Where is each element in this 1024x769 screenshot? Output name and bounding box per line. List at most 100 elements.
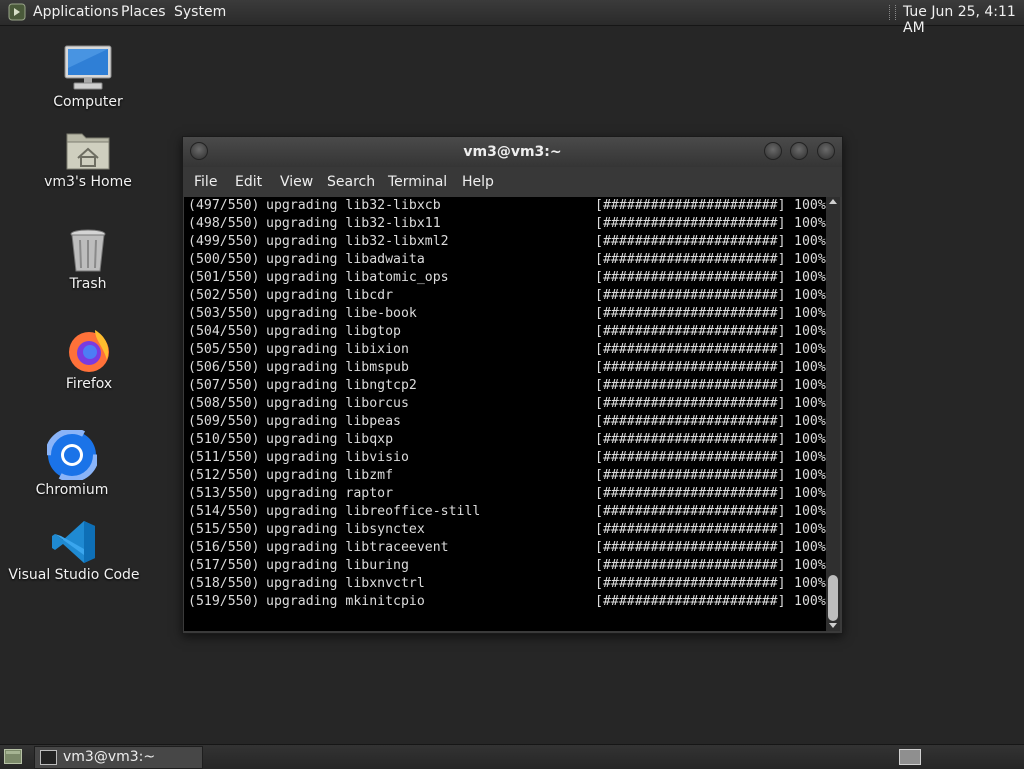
menu-edit[interactable]: Edit [235, 174, 262, 190]
package-action: upgrading liborcus [266, 396, 409, 411]
terminal-icon [40, 750, 57, 765]
package-action: upgrading libxnvctrl [266, 576, 425, 591]
progress-percent: 100% [794, 432, 826, 447]
desktop-icon-chromium[interactable]: Chromium [2, 430, 142, 498]
package-action: upgrading libtraceevent [266, 540, 449, 555]
chromium-icon [47, 430, 97, 480]
progress-bar-text: [######################] [595, 252, 786, 267]
progress-index: (519/550) [188, 594, 260, 609]
desktop-icon-firefox[interactable]: Firefox [19, 326, 159, 392]
scrollbar-thumb[interactable] [828, 575, 838, 621]
workspace-switcher[interactable] [899, 749, 921, 765]
progress-percent: 100% [794, 252, 826, 267]
progress-index: (497/550) [188, 198, 260, 213]
progress-bar-text: [######################] [595, 414, 786, 429]
desktop-icon-trash[interactable]: Trash [18, 228, 158, 292]
progress-percent: 100% [794, 558, 826, 573]
progress-index: (503/550) [188, 306, 260, 321]
progress-bar-text: [######################] [595, 270, 786, 285]
panel-separator [889, 5, 896, 20]
progress-index: (508/550) [188, 396, 260, 411]
progress-bar-text: [######################] [595, 306, 786, 321]
terminal-window[interactable]: vm3@vm3:~ File Edit View Search Terminal… [182, 136, 843, 634]
terminal-scrollbar[interactable] [826, 197, 840, 631]
progress-percent: 100% [794, 306, 826, 321]
progress-index: (504/550) [188, 324, 260, 339]
terminal-output[interactable]: (497/550) upgrading lib32-libxcb [########… [184, 197, 826, 631]
progress-bar-text: [######################] [595, 198, 786, 213]
window-titlebar[interactable]: vm3@vm3:~ [183, 137, 842, 167]
menu-view[interactable]: View [280, 174, 313, 190]
progress-bar-text: [######################] [595, 594, 786, 609]
minimize-button[interactable] [764, 142, 782, 160]
progress-bar-text: [######################] [595, 540, 786, 555]
progress-percent: 100% [794, 486, 826, 501]
package-action: upgrading libqxp [266, 432, 394, 447]
places-menu[interactable]: Places [121, 4, 166, 20]
progress-index: (509/550) [188, 414, 260, 429]
menu-file[interactable]: File [194, 174, 217, 190]
progress-index: (511/550) [188, 450, 260, 465]
trash-icon [70, 229, 106, 272]
package-action: upgrading libe-book [266, 306, 417, 321]
progress-index: (505/550) [188, 342, 260, 357]
scroll-down-arrow-icon[interactable] [829, 623, 837, 628]
applications-menu[interactable]: Applications [33, 4, 119, 20]
menu-search[interactable]: Search [327, 174, 375, 190]
desktop-icon-label: Firefox [65, 376, 113, 392]
progress-percent: 100% [794, 594, 826, 609]
scroll-up-arrow-icon[interactable] [829, 199, 837, 204]
close-button[interactable] [817, 142, 835, 160]
desktop-icon-label: vm3's Home [44, 174, 132, 190]
package-action: upgrading libsynctex [266, 522, 425, 537]
progress-index: (513/550) [188, 486, 260, 501]
top-panel: Applications Places System Tue Jun 25, 4… [0, 0, 1024, 36]
package-action: upgrading libatomic_ops [266, 270, 449, 285]
package-action: upgrading lib32-libx11 [266, 216, 441, 231]
progress-bar-text: [######################] [595, 486, 786, 501]
desktop-icon-label: Computer [53, 94, 123, 110]
progress-bar-text: [######################] [595, 216, 786, 231]
progress-percent: 100% [794, 270, 826, 285]
vscode-icon [52, 521, 95, 563]
progress-bar-text: [######################] [595, 288, 786, 303]
progress-index: (500/550) [188, 252, 260, 267]
progress-bar-text: [######################] [595, 324, 786, 339]
window-title: vm3@vm3:~ [463, 144, 562, 160]
applications-menu-icon[interactable] [8, 3, 26, 21]
package-action: upgrading libreoffice-still [266, 504, 481, 519]
progress-percent: 100% [794, 396, 826, 411]
progress-percent: 100% [794, 288, 826, 303]
package-action: upgrading libzmf [266, 468, 394, 483]
progress-percent: 100% [794, 234, 826, 249]
menu-terminal[interactable]: Terminal [388, 174, 447, 190]
show-desktop-icon[interactable] [4, 749, 22, 764]
home-folder-icon [66, 133, 110, 170]
progress-percent: 100% [794, 216, 826, 231]
package-action: upgrading lib32-libxcb [266, 198, 441, 213]
package-action: upgrading libmspub [266, 360, 409, 375]
progress-bar-text: [######################] [595, 468, 786, 483]
progress-bar-text: [######################] [595, 378, 786, 393]
package-action: upgrading libgtop [266, 324, 401, 339]
system-menu[interactable]: System [174, 4, 226, 20]
taskbar-window-button[interactable]: vm3@vm3:~ [34, 746, 203, 769]
progress-percent: 100% [794, 360, 826, 375]
clock[interactable]: Tue Jun 25, 4:11 AM [903, 4, 1024, 36]
progress-index: (510/550) [188, 432, 260, 447]
desktop-icon-computer[interactable]: Computer [18, 44, 158, 110]
progress-index: (501/550) [188, 270, 260, 285]
package-action: upgrading libvisio [266, 450, 409, 465]
progress-index: (512/550) [188, 468, 260, 483]
progress-bar-text: [######################] [595, 558, 786, 573]
progress-percent: 100% [794, 522, 826, 537]
desktop-icon-vscode[interactable]: Visual Studio Code [4, 519, 144, 583]
progress-bar-text: [######################] [595, 450, 786, 465]
package-action: upgrading libadwaita [266, 252, 425, 267]
maximize-button[interactable] [790, 142, 808, 160]
progress-index: (502/550) [188, 288, 260, 303]
menu-help[interactable]: Help [462, 174, 494, 190]
package-action: upgrading liburing [266, 558, 409, 573]
progress-bar-text: [######################] [595, 396, 786, 411]
desktop-icon-home[interactable]: vm3's Home [18, 128, 158, 190]
